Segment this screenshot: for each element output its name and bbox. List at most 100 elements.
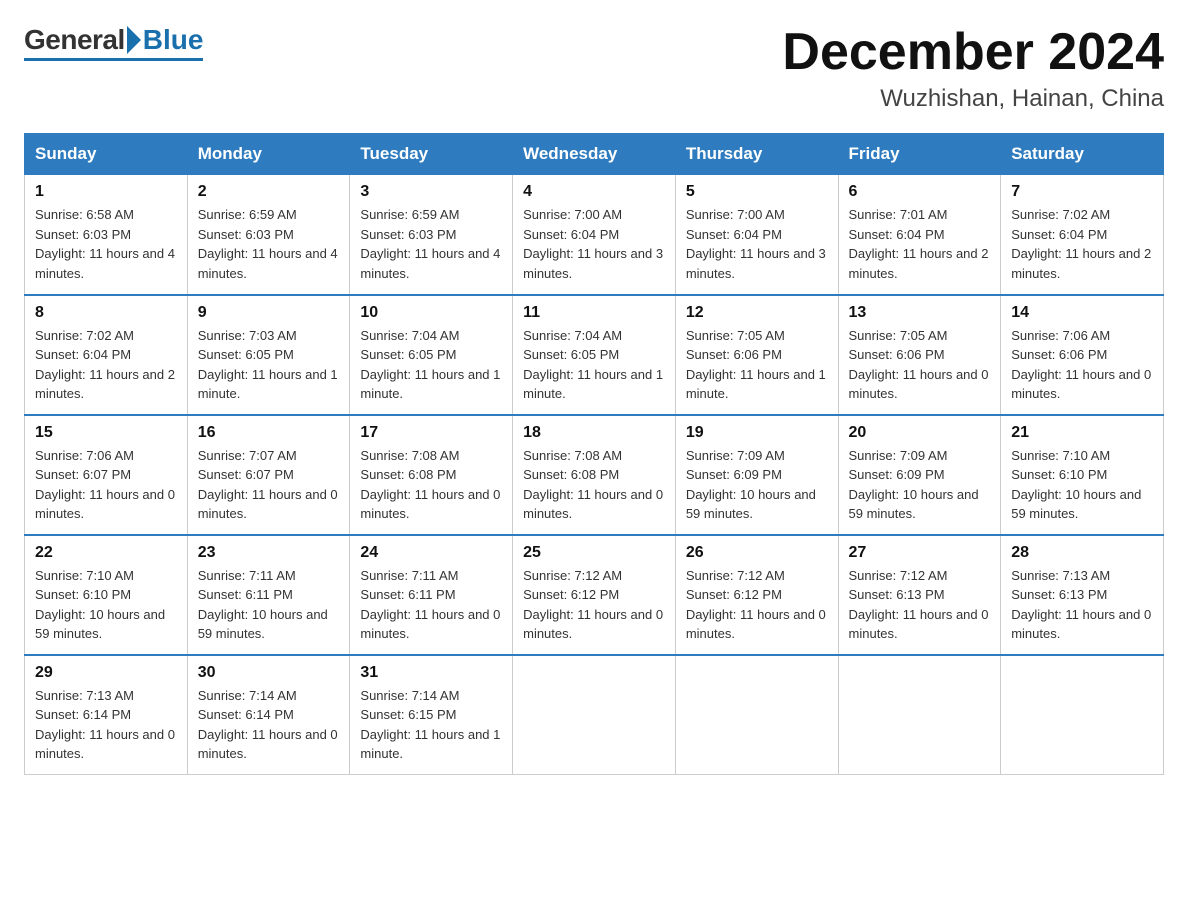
day-info: Sunrise: 7:08 AMSunset: 6:08 PMDaylight:… [360, 446, 502, 524]
day-number: 10 [360, 304, 502, 322]
calendar-cell: 20 Sunrise: 7:09 AMSunset: 6:09 PMDaylig… [838, 415, 1001, 535]
page-header: General Blue December 2024 Wuzhishan, Ha… [24, 24, 1164, 113]
week-row-2: 8 Sunrise: 7:02 AMSunset: 6:04 PMDayligh… [25, 295, 1164, 415]
header-friday: Friday [838, 134, 1001, 175]
week-row-3: 15 Sunrise: 7:06 AMSunset: 6:07 PMDaylig… [25, 415, 1164, 535]
location-title: Wuzhishan, Hainan, China [782, 85, 1164, 113]
calendar-cell: 8 Sunrise: 7:02 AMSunset: 6:04 PMDayligh… [25, 295, 188, 415]
day-number: 11 [523, 304, 665, 322]
day-number: 6 [849, 183, 991, 201]
day-number: 19 [686, 424, 828, 442]
calendar-cell: 21 Sunrise: 7:10 AMSunset: 6:10 PMDaylig… [1001, 415, 1164, 535]
calendar-cell: 22 Sunrise: 7:10 AMSunset: 6:10 PMDaylig… [25, 535, 188, 655]
calendar-cell: 19 Sunrise: 7:09 AMSunset: 6:09 PMDaylig… [675, 415, 838, 535]
day-info: Sunrise: 7:13 AMSunset: 6:13 PMDaylight:… [1011, 566, 1153, 644]
calendar-cell: 29 Sunrise: 7:13 AMSunset: 6:14 PMDaylig… [25, 655, 188, 775]
day-number: 31 [360, 664, 502, 682]
day-number: 1 [35, 183, 177, 201]
calendar-cell: 18 Sunrise: 7:08 AMSunset: 6:08 PMDaylig… [513, 415, 676, 535]
header-saturday: Saturday [1001, 134, 1164, 175]
header-sunday: Sunday [25, 134, 188, 175]
days-header-row: Sunday Monday Tuesday Wednesday Thursday… [25, 134, 1164, 175]
calendar-cell: 23 Sunrise: 7:11 AMSunset: 6:11 PMDaylig… [187, 535, 350, 655]
day-info: Sunrise: 7:09 AMSunset: 6:09 PMDaylight:… [849, 446, 991, 524]
logo-underline [24, 58, 203, 61]
day-number: 26 [686, 544, 828, 562]
day-info: Sunrise: 7:03 AMSunset: 6:05 PMDaylight:… [198, 326, 340, 404]
day-info: Sunrise: 7:06 AMSunset: 6:06 PMDaylight:… [1011, 326, 1153, 404]
month-title: December 2024 [782, 24, 1164, 81]
day-info: Sunrise: 7:07 AMSunset: 6:07 PMDaylight:… [198, 446, 340, 524]
logo-blue-text: Blue [143, 24, 204, 56]
day-number: 17 [360, 424, 502, 442]
week-row-5: 29 Sunrise: 7:13 AMSunset: 6:14 PMDaylig… [25, 655, 1164, 775]
logo-general-text: General [24, 24, 125, 56]
calendar-cell: 27 Sunrise: 7:12 AMSunset: 6:13 PMDaylig… [838, 535, 1001, 655]
calendar-cell: 7 Sunrise: 7:02 AMSunset: 6:04 PMDayligh… [1001, 175, 1164, 295]
day-number: 20 [849, 424, 991, 442]
header-tuesday: Tuesday [350, 134, 513, 175]
day-number: 4 [523, 183, 665, 201]
logo: General Blue [24, 24, 203, 61]
day-number: 13 [849, 304, 991, 322]
day-number: 21 [1011, 424, 1153, 442]
day-info: Sunrise: 7:04 AMSunset: 6:05 PMDaylight:… [523, 326, 665, 404]
day-info: Sunrise: 7:12 AMSunset: 6:13 PMDaylight:… [849, 566, 991, 644]
calendar-cell: 2 Sunrise: 6:59 AMSunset: 6:03 PMDayligh… [187, 175, 350, 295]
calendar-cell: 4 Sunrise: 7:00 AMSunset: 6:04 PMDayligh… [513, 175, 676, 295]
calendar-cell: 10 Sunrise: 7:04 AMSunset: 6:05 PMDaylig… [350, 295, 513, 415]
day-info: Sunrise: 7:08 AMSunset: 6:08 PMDaylight:… [523, 446, 665, 524]
day-info: Sunrise: 7:10 AMSunset: 6:10 PMDaylight:… [35, 566, 177, 644]
calendar-cell: 26 Sunrise: 7:12 AMSunset: 6:12 PMDaylig… [675, 535, 838, 655]
calendar-cell: 25 Sunrise: 7:12 AMSunset: 6:12 PMDaylig… [513, 535, 676, 655]
day-number: 9 [198, 304, 340, 322]
header-thursday: Thursday [675, 134, 838, 175]
calendar-cell: 3 Sunrise: 6:59 AMSunset: 6:03 PMDayligh… [350, 175, 513, 295]
day-number: 15 [35, 424, 177, 442]
day-number: 8 [35, 304, 177, 322]
calendar-cell: 24 Sunrise: 7:11 AMSunset: 6:11 PMDaylig… [350, 535, 513, 655]
day-number: 16 [198, 424, 340, 442]
day-info: Sunrise: 7:14 AMSunset: 6:15 PMDaylight:… [360, 686, 502, 764]
day-info: Sunrise: 7:05 AMSunset: 6:06 PMDaylight:… [686, 326, 828, 404]
day-number: 28 [1011, 544, 1153, 562]
calendar-cell [513, 655, 676, 775]
calendar-cell: 1 Sunrise: 6:58 AMSunset: 6:03 PMDayligh… [25, 175, 188, 295]
day-info: Sunrise: 7:05 AMSunset: 6:06 PMDaylight:… [849, 326, 991, 404]
day-number: 12 [686, 304, 828, 322]
day-number: 22 [35, 544, 177, 562]
day-info: Sunrise: 7:00 AMSunset: 6:04 PMDaylight:… [523, 205, 665, 283]
day-number: 18 [523, 424, 665, 442]
calendar-cell: 30 Sunrise: 7:14 AMSunset: 6:14 PMDaylig… [187, 655, 350, 775]
day-info: Sunrise: 6:59 AMSunset: 6:03 PMDaylight:… [198, 205, 340, 283]
week-row-4: 22 Sunrise: 7:10 AMSunset: 6:10 PMDaylig… [25, 535, 1164, 655]
calendar-cell: 9 Sunrise: 7:03 AMSunset: 6:05 PMDayligh… [187, 295, 350, 415]
calendar-cell: 16 Sunrise: 7:07 AMSunset: 6:07 PMDaylig… [187, 415, 350, 535]
day-info: Sunrise: 7:11 AMSunset: 6:11 PMDaylight:… [198, 566, 340, 644]
calendar-cell: 11 Sunrise: 7:04 AMSunset: 6:05 PMDaylig… [513, 295, 676, 415]
day-info: Sunrise: 7:10 AMSunset: 6:10 PMDaylight:… [1011, 446, 1153, 524]
calendar-cell: 5 Sunrise: 7:00 AMSunset: 6:04 PMDayligh… [675, 175, 838, 295]
day-info: Sunrise: 7:12 AMSunset: 6:12 PMDaylight:… [523, 566, 665, 644]
day-info: Sunrise: 7:02 AMSunset: 6:04 PMDaylight:… [35, 326, 177, 404]
title-section: December 2024 Wuzhishan, Hainan, China [782, 24, 1164, 113]
day-info: Sunrise: 6:58 AMSunset: 6:03 PMDaylight:… [35, 205, 177, 283]
day-number: 27 [849, 544, 991, 562]
day-number: 23 [198, 544, 340, 562]
day-number: 30 [198, 664, 340, 682]
day-number: 29 [35, 664, 177, 682]
day-info: Sunrise: 7:02 AMSunset: 6:04 PMDaylight:… [1011, 205, 1153, 283]
day-number: 3 [360, 183, 502, 201]
calendar-cell [1001, 655, 1164, 775]
day-info: Sunrise: 7:13 AMSunset: 6:14 PMDaylight:… [35, 686, 177, 764]
day-info: Sunrise: 7:06 AMSunset: 6:07 PMDaylight:… [35, 446, 177, 524]
day-number: 5 [686, 183, 828, 201]
logo-arrow-icon [127, 26, 141, 54]
day-number: 7 [1011, 183, 1153, 201]
day-info: Sunrise: 7:04 AMSunset: 6:05 PMDaylight:… [360, 326, 502, 404]
calendar-cell [675, 655, 838, 775]
header-monday: Monday [187, 134, 350, 175]
day-info: Sunrise: 7:01 AMSunset: 6:04 PMDaylight:… [849, 205, 991, 283]
day-info: Sunrise: 7:09 AMSunset: 6:09 PMDaylight:… [686, 446, 828, 524]
calendar-cell: 17 Sunrise: 7:08 AMSunset: 6:08 PMDaylig… [350, 415, 513, 535]
